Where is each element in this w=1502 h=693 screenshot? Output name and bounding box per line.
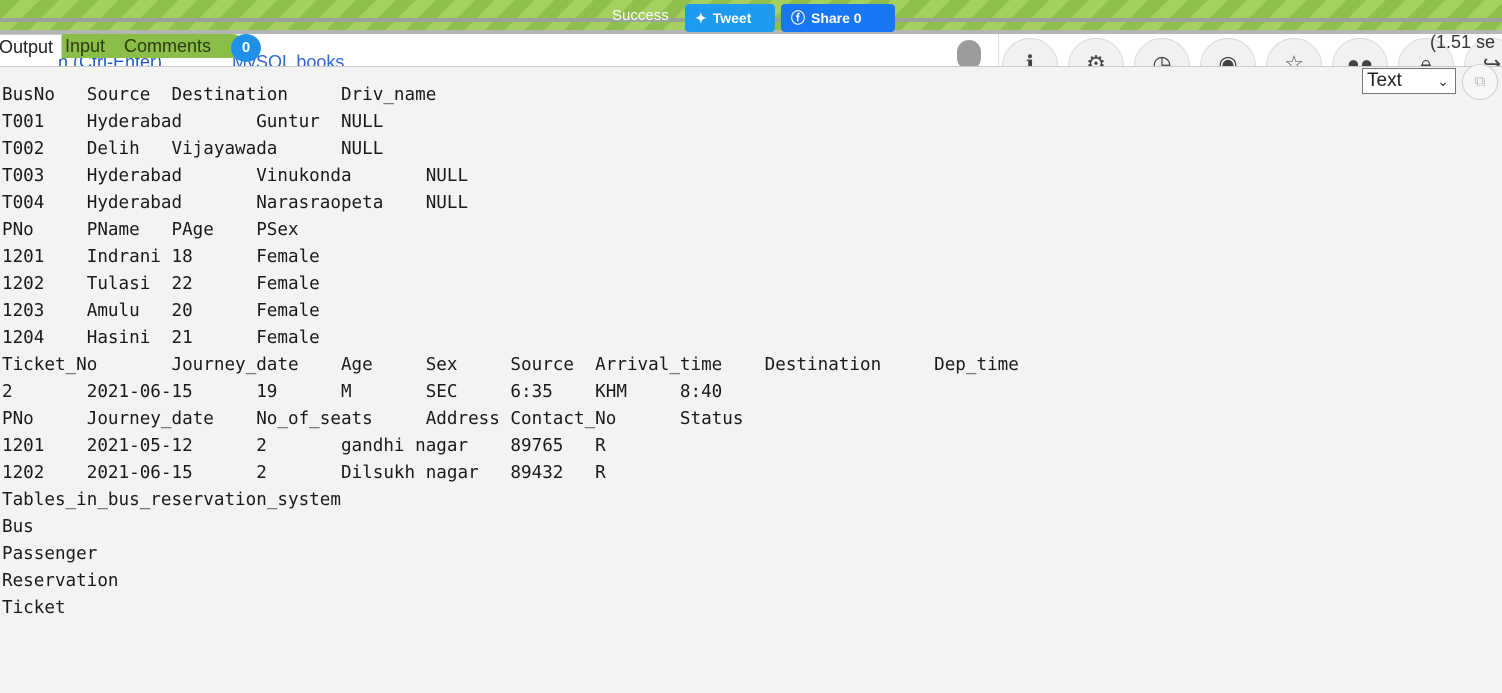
github-icon: ◉: [1218, 51, 1238, 67]
output-line: 1202 Tulasi 22 Female: [2, 274, 320, 294]
output-line: BusNo Source Destination Driv_name: [2, 85, 437, 105]
facebook-icon: ⓕ: [791, 10, 805, 26]
tweet-button[interactable]: ✦ Tweet: [685, 4, 775, 32]
output-line: 1203 Amulu 20 Female: [2, 301, 320, 321]
output-line: 2 2021-06-15 19 M SEC 6:35 KHM 8:40: [2, 382, 723, 402]
info-icon: ℹ: [1025, 51, 1035, 67]
facebook-share-button[interactable]: ⓕ Share 0: [781, 4, 895, 32]
copy-output-button[interactable]: ⧉: [1462, 64, 1498, 100]
share-label: Share 0: [811, 10, 862, 26]
scrollbar-thumb[interactable]: [957, 40, 981, 66]
tweet-label: Tweet: [712, 10, 752, 26]
tab-output[interactable]: Output: [0, 34, 62, 59]
output-format-value: Text: [1367, 70, 1402, 91]
execution-time: (1.51 se: [1430, 34, 1496, 52]
history-button[interactable]: ◷: [1134, 38, 1190, 67]
chevron-down-icon: ⌄: [1437, 73, 1449, 89]
output-line: 1202 2021-06-15 2 Dilsukh nagar 89432 R: [2, 463, 606, 483]
users-icon: ●●: [1346, 51, 1374, 67]
output-line: 1201 Indrani 18 Female: [2, 247, 320, 267]
output-line: Ticket: [2, 598, 66, 618]
output-line: 1204 Hasini 21 Female: [2, 328, 320, 348]
output-format-select[interactable]: Text ⌄: [1362, 68, 1456, 94]
success-message: Success: [612, 7, 669, 24]
toolbar-divider: [998, 34, 999, 66]
output-line: Bus: [2, 517, 34, 537]
output-line: Reservation: [2, 571, 119, 591]
gear-icon: ⚙: [1086, 51, 1106, 67]
twitter-icon: ✦: [695, 10, 707, 26]
output-line: Ticket_No Journey_date Age Sex Source Ar…: [2, 355, 1019, 375]
settings-button[interactable]: ⚙: [1068, 38, 1124, 67]
output-line: PNo PName PAge PSex: [2, 220, 299, 240]
users-button[interactable]: ●●: [1332, 38, 1388, 67]
output-line: T001 Hyderabad Guntur NULL: [2, 112, 384, 132]
output-line: 1201 2021-05-12 2 gandhi nagar 89765 R: [2, 436, 606, 456]
tab-comments[interactable]: Comments: [118, 34, 244, 58]
github-button[interactable]: ◉: [1200, 38, 1256, 67]
lock-icon: 🔒︎: [1420, 51, 1432, 67]
copy-icon: ⧉: [1474, 73, 1486, 90]
info-button[interactable]: ℹ: [1002, 38, 1058, 67]
clock-icon: ◷: [1152, 51, 1172, 67]
output-line: T003 Hyderabad Vinukonda NULL: [2, 166, 469, 186]
output-line: T004 Hyderabad Narasraopeta NULL: [2, 193, 469, 213]
output-line: T002 Delih Vijayawada NULL: [2, 139, 384, 159]
editor-toolbar: n (Ctrl-Enter) MySQL books Input Comment…: [0, 34, 1502, 67]
success-banner: Success ✦ Tweet ⓕ Share 0: [0, 0, 1502, 34]
comments-count-badge: 0: [231, 34, 261, 62]
star-button[interactable]: ☆: [1266, 38, 1322, 67]
output-line: PNo Journey_date No_of_seats Address Con…: [2, 409, 744, 429]
output-line: Passenger: [2, 544, 98, 564]
program-output: BusNo Source Destination Driv_name T001 H…: [2, 82, 1019, 622]
output-line: Tables_in_bus_reservation_system: [2, 490, 341, 510]
star-icon: ☆: [1284, 51, 1304, 67]
